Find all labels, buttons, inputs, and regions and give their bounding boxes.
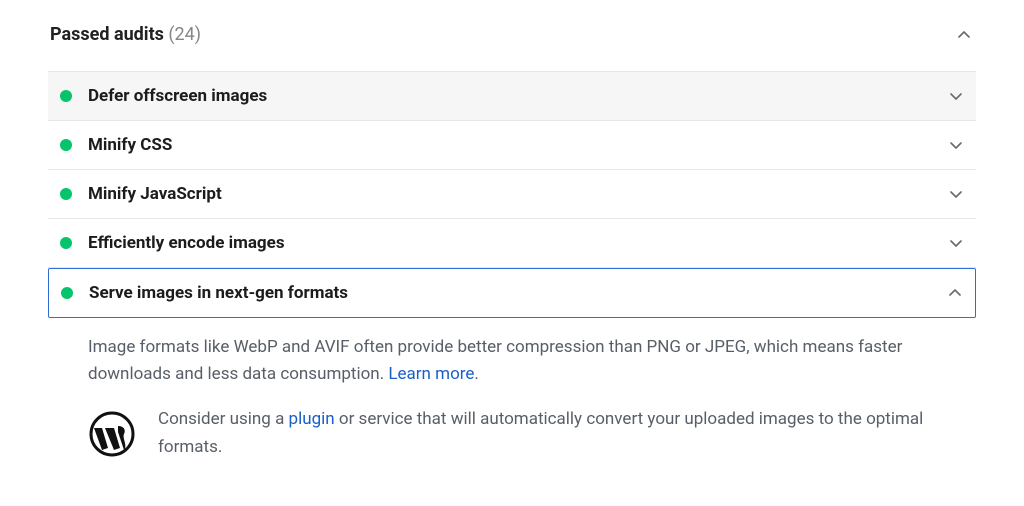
audit-row-nextgen-formats[interactable]: Serve images in next-gen formats — [48, 268, 976, 318]
tip-text-a: Consider using a — [158, 409, 289, 429]
plugin-link[interactable]: plugin — [289, 409, 335, 429]
audit-left: Defer offscreen images — [60, 86, 267, 106]
learn-more-link[interactable]: Learn more — [388, 364, 474, 384]
chevron-up-icon — [949, 287, 961, 299]
audit-left: Minify JavaScript — [60, 184, 222, 204]
passed-audits-header[interactable]: Passed audits (24) — [48, 24, 976, 63]
audit-left: Efficiently encode images — [60, 233, 285, 253]
audit-label: Serve images in next-gen formats — [89, 283, 348, 303]
chevron-down-icon — [950, 237, 962, 249]
desc-text: Image formats like WebP and AVIF often p… — [88, 337, 902, 384]
audit-label: Minify CSS — [88, 135, 172, 155]
section-title-wrap: Passed audits (24) — [50, 24, 201, 45]
pass-dot-icon — [60, 90, 72, 102]
audit-row-minify-js[interactable]: Minify JavaScript — [48, 170, 976, 219]
audit-label: Efficiently encode images — [88, 233, 285, 253]
section-count: (24) — [168, 24, 201, 45]
pass-dot-icon — [60, 188, 72, 200]
tip-text: Consider using a plugin or service that … — [158, 406, 962, 460]
wordpress-icon — [88, 410, 136, 458]
audit-left: Serve images in next-gen formats — [61, 283, 348, 303]
pass-dot-icon — [61, 287, 73, 299]
audit-list: Defer offscreen images Minify CSS Minify… — [48, 71, 976, 461]
audit-row-defer-offscreen[interactable]: Defer offscreen images — [48, 71, 976, 121]
audit-label: Defer offscreen images — [88, 86, 267, 106]
audit-row-minify-css[interactable]: Minify CSS — [48, 121, 976, 170]
audit-left: Minify CSS — [60, 135, 172, 155]
desc-period: . — [474, 364, 478, 384]
audit-description: Image formats like WebP and AVIF often p… — [88, 334, 962, 388]
chevron-up-icon — [958, 29, 970, 41]
pass-dot-icon — [60, 237, 72, 249]
audit-row-encode-images[interactable]: Efficiently encode images — [48, 219, 976, 268]
audit-label: Minify JavaScript — [88, 184, 222, 204]
pass-dot-icon — [60, 139, 72, 151]
audit-details: Image formats like WebP and AVIF often p… — [48, 318, 976, 461]
wordpress-tip: Consider using a plugin or service that … — [88, 406, 962, 460]
section-title: Passed audits — [50, 24, 164, 45]
chevron-down-icon — [950, 188, 962, 200]
chevron-down-icon — [950, 90, 962, 102]
chevron-down-icon — [950, 139, 962, 151]
